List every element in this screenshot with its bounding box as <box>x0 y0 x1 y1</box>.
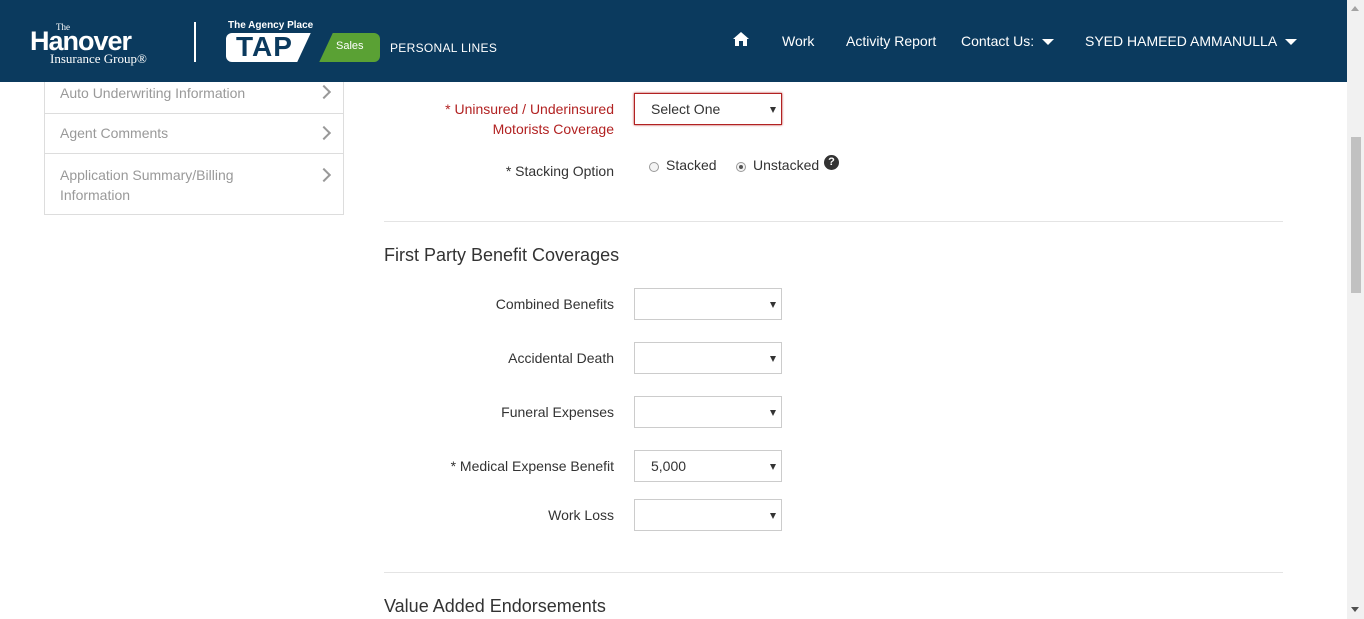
sidebar: Auto Underwriting Information Agent Comm… <box>44 82 344 215</box>
nav-user-label: SYED HAMEED AMMANULLA <box>1085 33 1278 49</box>
chevron-right-icon <box>316 167 332 183</box>
combined-benefits-label: Combined Benefits <box>495 296 614 312</box>
scroll-up-icon[interactable] <box>1351 6 1359 11</box>
chevron-right-icon <box>316 84 332 100</box>
select-value: Select One <box>651 101 721 117</box>
radio-unstacked-label[interactable]: Unstacked <box>753 157 819 173</box>
medical-expense-label: * Medical Expense Benefit <box>450 458 614 474</box>
dropdown-arrow-icon <box>770 107 776 113</box>
brand-sub: Insurance Group® <box>50 51 147 66</box>
sidebar-item-agent-comments[interactable]: Agent Comments <box>45 113 343 154</box>
value-added-title: Value Added Endorsements <box>384 596 606 616</box>
radio-stacked[interactable] <box>649 162 659 172</box>
um-uim-label-line1: * Uninsured / Underinsured <box>445 101 614 117</box>
um-uim-coverage-select[interactable]: Select One <box>634 93 782 125</box>
nav-activity-report[interactable]: Activity Report <box>846 33 936 49</box>
home-icon[interactable] <box>732 31 750 47</box>
dropdown-arrow-icon <box>770 302 776 308</box>
tap-word: TAP <box>236 31 293 62</box>
chevron-right-icon <box>316 125 332 141</box>
funeral-expenses-label: Funeral Expenses <box>501 404 614 420</box>
stacking-option-label: * Stacking Option <box>505 163 614 179</box>
section-divider <box>384 221 1283 222</box>
first-party-title: First Party Benefit Coverages <box>384 245 620 265</box>
tap-tagline: The Agency Place <box>228 20 314 31</box>
dropdown-arrow-icon <box>770 356 776 362</box>
select-value: 5,000 <box>651 458 687 474</box>
nav-user-menu[interactable]: SYED HAMEED AMMANULLA <box>1085 33 1298 49</box>
sidebar-item-application-summary[interactable]: Application Summary/Billing Information <box>45 154 343 214</box>
help-icon[interactable]: ? <box>824 155 839 170</box>
work-loss-select[interactable] <box>634 499 782 531</box>
top-header: The Hanover Insurance Group® The Agency … <box>0 0 1347 82</box>
combined-benefits-select[interactable] <box>634 288 782 320</box>
nav-work[interactable]: Work <box>782 33 814 49</box>
work-loss-label: Work Loss <box>548 507 614 523</box>
scrollbar-thumb[interactable] <box>1351 137 1361 293</box>
dropdown-arrow-icon <box>770 513 776 519</box>
medical-expense-select[interactable]: 5,000 <box>634 450 782 482</box>
sidebar-item-label: Auto Underwriting Information <box>60 85 246 101</box>
chevron-down-icon <box>1285 39 1298 46</box>
dropdown-arrow-icon <box>770 410 776 416</box>
scroll-down-icon[interactable] <box>1351 607 1359 612</box>
tap-sales: Sales <box>336 40 364 52</box>
personal-lines-label: PERSONAL LINES <box>390 41 498 55</box>
nav-contact-us-label: Contact Us: <box>961 33 1035 49</box>
header-divider <box>194 22 196 62</box>
sidebar-item-label: Agent Comments <box>60 125 169 141</box>
section-divider <box>384 572 1283 573</box>
um-uim-label: * Uninsured / Underinsured Motorists Cov… <box>445 99 614 139</box>
dropdown-arrow-icon <box>770 464 776 470</box>
nav-contact-us[interactable]: Contact Us: <box>961 33 1055 49</box>
sidebar-item-label: Application Summary/Billing Information <box>60 167 234 203</box>
funeral-expenses-select[interactable] <box>634 396 782 428</box>
accidental-death-label: Accidental Death <box>508 350 614 366</box>
radio-stacked-label[interactable]: Stacked <box>666 157 717 173</box>
accidental-death-select[interactable] <box>634 342 782 374</box>
vertical-scrollbar[interactable] <box>1347 0 1364 619</box>
chevron-down-icon <box>1042 39 1055 46</box>
radio-unstacked[interactable] <box>736 162 746 172</box>
um-uim-label-line2: Motorists Coverage <box>492 121 614 137</box>
sidebar-item-auto-underwriting[interactable]: Auto Underwriting Information <box>45 82 343 114</box>
